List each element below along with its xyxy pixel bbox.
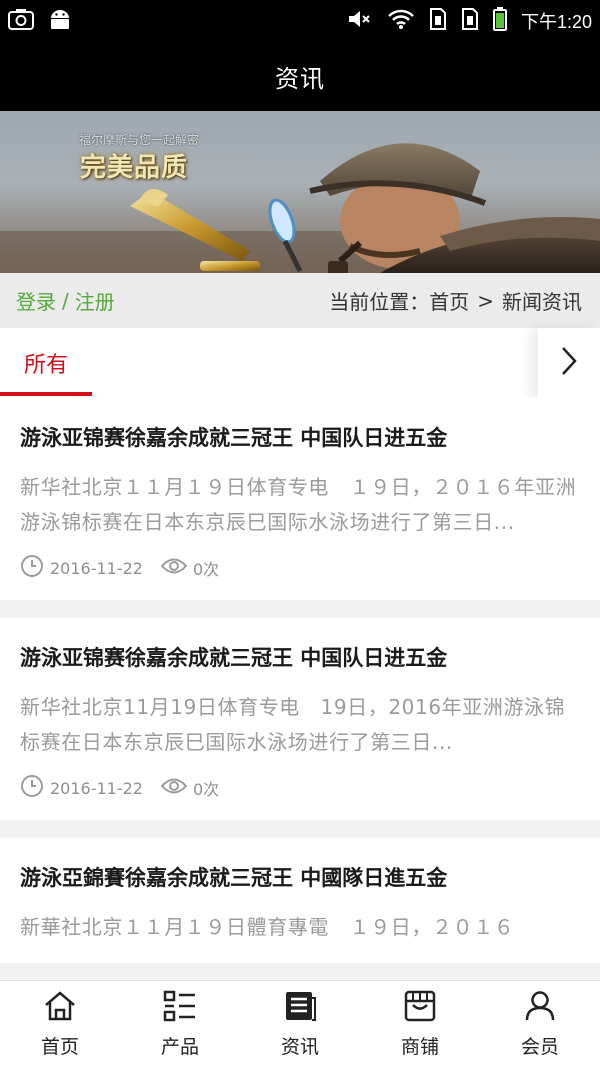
news-list: 游泳亚锦赛徐嘉余成就三冠王 中国队日进五金 新华社北京１１月１９日体育专电 １９… — [0, 398, 600, 981]
nav-item-member[interactable]: 会员 — [480, 981, 600, 1068]
page-title: 资讯 — [275, 65, 325, 93]
auth-separator: / — [62, 288, 69, 313]
news-meta: 2016-11-22 0次 — [20, 554, 580, 582]
eye-icon — [160, 557, 193, 579]
news-views: 0次 — [192, 560, 220, 579]
breadcrumb: 登录 / 注册 当前位置： 首页 > 新闻资讯 — [0, 273, 600, 328]
sim1-icon — [429, 7, 447, 35]
news-summary: 新华社北京１１月１９日体育专电 １９日，２０１６年亚洲游泳锦标赛在日本东京辰巳国… — [20, 475, 577, 534]
news-summary: 新华社北京11月19日体育专电 19日，2016年亚洲游泳锦标赛在日本东京辰巳国… — [20, 695, 566, 754]
nav-label: 商铺 — [400, 1036, 439, 1058]
nav-label: 会员 — [520, 1036, 559, 1058]
promo-banner[interactable]: 福尔摩斯与您一起解密 完美品质 — [0, 111, 600, 273]
tabs-more-button[interactable] — [538, 328, 600, 398]
location-label: 当前位置： — [329, 290, 430, 314]
breadcrumb-arrow: > — [477, 288, 494, 313]
category-tabs: 所有 — [0, 328, 600, 398]
nav-label: 首页 — [40, 1036, 79, 1058]
shop-icon — [403, 990, 437, 1026]
nav-label: 产品 — [160, 1036, 199, 1058]
news-date: 2016-11-22 — [50, 558, 143, 578]
chevron-right-icon — [560, 346, 578, 380]
status-time: 下午1:20 — [520, 12, 592, 32]
sim2-icon — [461, 7, 479, 35]
clock-icon — [20, 774, 50, 802]
news-views-group: 0次 — [160, 556, 220, 580]
news-title[interactable]: 游泳亚锦赛徐嘉余成就三冠王 中国队日进五金 — [20, 422, 580, 454]
auth-links: 登录 / 注册 — [16, 286, 115, 315]
news-summary: 新華社北京１１月１９日體育專電 １９日，２０１６ — [20, 915, 515, 939]
tab-active-indicator — [0, 392, 92, 396]
news-date-group: 2016-11-22 — [20, 554, 143, 582]
app-header: 资讯 — [0, 42, 600, 111]
news-icon — [283, 990, 317, 1026]
nav-item-news[interactable]: 资讯 — [240, 981, 360, 1068]
news-item[interactable]: 游泳亚锦赛徐嘉余成就三冠王 中国队日进五金 新华社北京11月19日体育专电 19… — [0, 618, 600, 820]
news-title[interactable]: 游泳亚锦赛徐嘉余成就三冠王 中国队日进五金 — [20, 642, 580, 674]
mute-icon — [347, 8, 373, 34]
status-right: 下午1:20 — [347, 7, 592, 35]
battery-icon — [492, 7, 507, 35]
news-views-group: 0次 — [160, 776, 220, 800]
breadcrumb-current: 新闻资讯 — [502, 290, 582, 314]
bottom-nav: 首页 产品 资讯 商铺 会员 — [0, 980, 600, 1068]
clock-icon — [20, 554, 50, 582]
nav-item-home[interactable]: 首页 — [0, 981, 120, 1068]
nav-label: 资讯 — [280, 1036, 319, 1058]
status-bar: 下午1:20 — [0, 0, 600, 42]
eye-icon — [160, 777, 193, 799]
banner-headline: 完美品质 — [80, 153, 189, 183]
android-icon — [48, 8, 72, 34]
news-meta: 2016-11-22 0次 — [20, 774, 580, 802]
news-date-group: 2016-11-22 — [20, 774, 143, 802]
screenshot-icon — [8, 8, 34, 34]
news-item[interactable]: 游泳亞錦賽徐嘉余成就三冠王 中國隊日進五金 新華社北京１１月１９日體育專電 １９… — [0, 838, 600, 963]
news-title[interactable]: 游泳亞錦賽徐嘉余成就三冠王 中國隊日進五金 — [20, 862, 580, 894]
nav-item-shop[interactable]: 商铺 — [360, 981, 480, 1068]
wifi-icon — [387, 8, 415, 34]
news-date: 2016-11-22 — [50, 778, 143, 798]
user-icon — [523, 990, 557, 1026]
tab-all-label: 所有 — [23, 353, 68, 378]
home-icon — [43, 990, 77, 1026]
nav-item-products[interactable]: 产品 — [120, 981, 240, 1068]
breadcrumb-home-link[interactable]: 首页 — [429, 286, 469, 315]
status-left — [8, 8, 72, 34]
news-views: 0次 — [192, 780, 220, 799]
banner-slogan: 福尔摩斯与您一起解密 — [79, 133, 200, 147]
current-location: 当前位置： 首页 > 新闻资讯 — [329, 286, 582, 315]
grid-list-icon — [163, 990, 197, 1026]
news-item[interactable]: 游泳亚锦赛徐嘉余成就三冠王 中国队日进五金 新华社北京１１月１９日体育专电 １９… — [0, 398, 600, 600]
register-link[interactable]: 注册 — [75, 286, 115, 315]
tab-all[interactable]: 所有 — [0, 328, 92, 398]
login-link[interactable]: 登录 — [16, 286, 56, 315]
